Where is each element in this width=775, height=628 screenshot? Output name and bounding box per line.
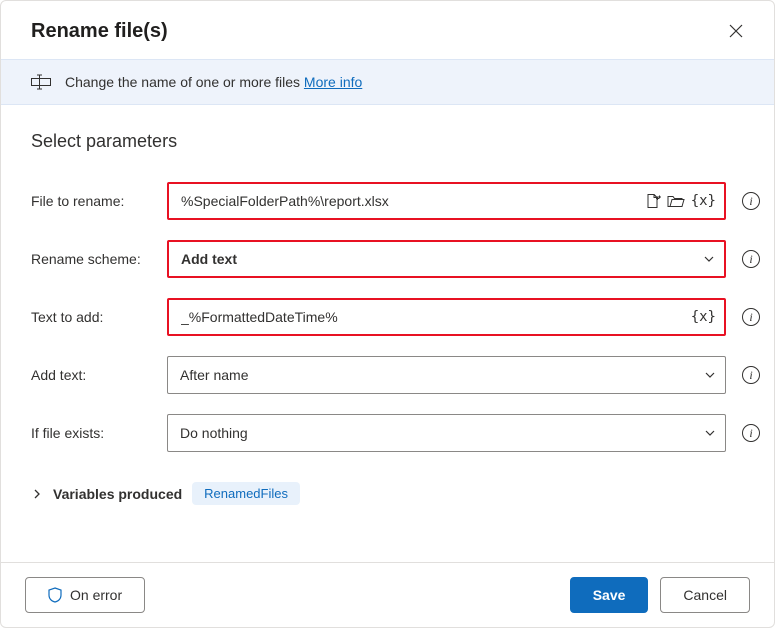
rename-scheme-select[interactable]: Add text: [167, 240, 726, 278]
if-file-exists-select[interactable]: Do nothing: [167, 414, 726, 452]
save-button[interactable]: Save: [570, 577, 649, 613]
shield-icon: [48, 587, 62, 603]
field-add-text-position: Add text: After name i: [31, 356, 760, 394]
field-file-to-rename: File to rename: %SpecialFolderPath%\repo…: [31, 182, 760, 220]
file-to-rename-input[interactable]: %SpecialFolderPath%\report.xlsx {x}: [167, 182, 726, 220]
field-label: Add text:: [31, 367, 157, 383]
variable-picker-icon[interactable]: {x}: [691, 193, 716, 209]
dialog-footer: On error Save Cancel: [1, 562, 774, 627]
titlebar: Rename file(s): [1, 1, 774, 59]
field-label: Rename scheme:: [31, 251, 157, 267]
close-icon: [729, 24, 743, 38]
on-error-button[interactable]: On error: [25, 577, 145, 613]
variable-picker-icon[interactable]: {x}: [691, 309, 716, 325]
info-banner: Change the name of one or more files Mor…: [1, 59, 774, 105]
file-picker-icon[interactable]: [645, 193, 661, 209]
folder-picker-icon[interactable]: [667, 194, 685, 208]
field-label: Text to add:: [31, 309, 157, 325]
field-rename-scheme: Rename scheme: Add text i: [31, 240, 760, 278]
add-text-position-select[interactable]: After name: [167, 356, 726, 394]
field-text-to-add: Text to add: _%FormattedDateTime% {x} i: [31, 298, 760, 336]
rename-icon: [31, 74, 51, 90]
cancel-button[interactable]: Cancel: [660, 577, 750, 613]
parameters-section: File to rename: %SpecialFolderPath%\repo…: [1, 162, 774, 452]
help-icon[interactable]: i: [742, 424, 760, 442]
help-icon[interactable]: i: [742, 308, 760, 326]
section-heading: Select parameters: [31, 131, 744, 152]
banner-text: Change the name of one or more files Mor…: [65, 74, 362, 90]
text-to-add-input[interactable]: _%FormattedDateTime% {x}: [167, 298, 726, 336]
field-label: If file exists:: [31, 425, 157, 441]
more-info-link[interactable]: More info: [304, 74, 362, 90]
variables-produced-row[interactable]: Variables produced RenamedFiles: [31, 482, 744, 505]
variables-produced-label: Variables produced: [53, 486, 182, 502]
chevron-down-icon: [702, 252, 716, 266]
help-icon[interactable]: i: [742, 250, 760, 268]
field-label: File to rename:: [31, 193, 157, 209]
close-button[interactable]: [722, 17, 750, 45]
field-if-file-exists: If file exists: Do nothing i: [31, 414, 760, 452]
help-icon[interactable]: i: [742, 366, 760, 384]
chevron-down-icon: [703, 368, 717, 382]
dialog-title: Rename file(s): [31, 20, 168, 43]
help-icon[interactable]: i: [742, 192, 760, 210]
chevron-down-icon: [703, 426, 717, 440]
variable-chip[interactable]: RenamedFiles: [192, 482, 300, 505]
rename-files-dialog: Rename file(s) Change the name of one or…: [0, 0, 775, 628]
chevron-right-icon: [31, 488, 43, 500]
